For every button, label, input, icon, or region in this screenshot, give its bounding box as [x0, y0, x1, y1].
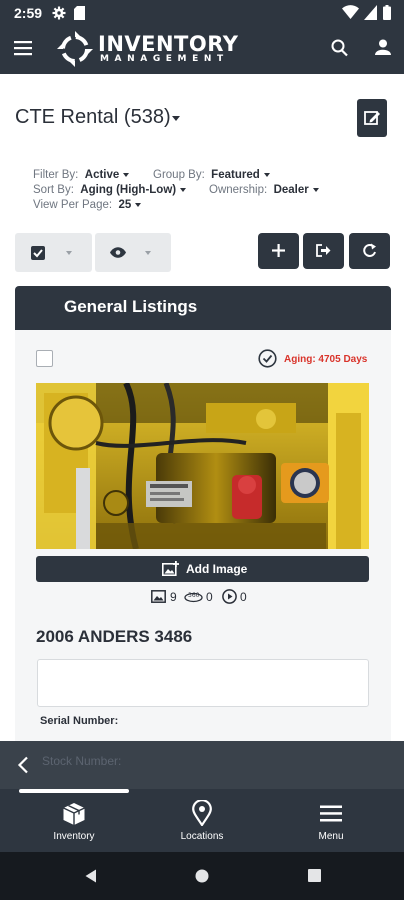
- tab-locations-label: Locations: [180, 831, 224, 842]
- chevron-down-icon: [123, 172, 130, 177]
- group-by-value: Featured: [211, 169, 260, 181]
- sd-card-icon: [74, 6, 85, 20]
- tab-inventory[interactable]: Inventory: [19, 789, 129, 852]
- group-by-control[interactable]: Group By: Featured: [153, 169, 270, 181]
- add-button[interactable]: [258, 233, 299, 269]
- add-image-button[interactable]: Add Image: [36, 556, 369, 582]
- sort-by-control[interactable]: Sort By: Aging (High-Low): [33, 184, 187, 196]
- title-dropdown-caret-icon[interactable]: [172, 116, 180, 121]
- export-button[interactable]: [303, 233, 344, 269]
- chevron-down-icon: [263, 172, 270, 177]
- location-pin-icon: [192, 800, 212, 826]
- ownership-value: Dealer: [273, 184, 309, 196]
- video-count: 0: [240, 590, 247, 604]
- view-per-page-control[interactable]: View Per Page: 25: [33, 199, 142, 211]
- ownership-label: Ownership:: [209, 184, 268, 196]
- tab-menu[interactable]: Menu: [276, 789, 386, 852]
- filter-by-label: Filter By:: [33, 169, 79, 181]
- active-tab-indicator: [19, 789, 129, 793]
- app-header: INVENTORY MANAGEMENT: [0, 26, 404, 74]
- edit-icon: [364, 111, 380, 125]
- spin-360-icon: 360: [184, 592, 203, 603]
- video-play-icon: [222, 589, 237, 604]
- user-account-icon[interactable]: [375, 39, 391, 55]
- tab-menu-label: Menu: [318, 831, 344, 842]
- hamburger-menu-icon[interactable]: [14, 40, 32, 56]
- listing-select-checkbox[interactable]: [36, 350, 53, 367]
- aging-status: Aging: 4705 Days: [284, 354, 368, 365]
- view-per-page-label: View Per Page:: [33, 199, 113, 211]
- bulk-select-dropdown[interactable]: [15, 233, 92, 272]
- chevron-down-icon: [180, 187, 187, 192]
- bottom-tab-bar: Inventory Locations Menu: [0, 789, 404, 852]
- refresh-button[interactable]: [349, 233, 390, 269]
- status-time: 2:59: [14, 5, 43, 21]
- section-title: General Listings: [64, 297, 198, 316]
- signal-icon: [364, 5, 377, 20]
- edit-button[interactable]: [357, 99, 387, 137]
- tab-inventory-label: Inventory: [53, 831, 95, 842]
- chevron-down-icon: [66, 251, 72, 255]
- recents-icon[interactable]: [308, 869, 321, 882]
- status-bar: 2:59: [0, 0, 404, 26]
- sort-by-value: Aging (High-Low): [80, 184, 177, 196]
- stock-number-label: Stock Number:: [42, 754, 122, 768]
- page-title[interactable]: CTE Rental (538): [15, 106, 171, 129]
- menu-icon: [320, 805, 342, 822]
- checkbox-checked-icon: [31, 246, 45, 260]
- settings-icon: [52, 6, 66, 20]
- brand-subtitle: MANAGEMENT: [100, 54, 229, 64]
- chevron-down-icon: [135, 202, 142, 207]
- ownership-control[interactable]: Ownership: Dealer: [209, 184, 319, 196]
- add-image-icon: [162, 561, 179, 576]
- plus-icon: [272, 244, 285, 257]
- group-by-label: Group By:: [153, 169, 205, 181]
- add-image-label: Add Image: [186, 562, 248, 576]
- brand-name: INVENTORY: [98, 32, 239, 56]
- tab-locations[interactable]: Locations: [147, 789, 257, 852]
- export-icon: [316, 244, 331, 257]
- filter-by-control[interactable]: Filter By: Active: [33, 169, 130, 181]
- home-icon[interactable]: [195, 869, 209, 883]
- sort-by-label: Sort By:: [33, 184, 74, 196]
- listing-notes-field[interactable]: [37, 659, 369, 707]
- svg-text:360: 360: [188, 592, 200, 599]
- collapse-bar[interactable]: Stock Number:: [0, 741, 404, 789]
- eye-icon: [110, 247, 126, 258]
- filter-by-value: Active: [84, 169, 120, 181]
- battery-icon: [383, 5, 391, 20]
- image-count: 9: [170, 590, 177, 604]
- serial-number-label: Serial Number:: [40, 715, 119, 727]
- system-navigation-bar: [0, 852, 404, 900]
- check-circle-icon: [258, 349, 277, 368]
- spin-count: 0: [206, 590, 213, 604]
- refresh-icon: [363, 243, 376, 257]
- image-icon: [151, 590, 166, 603]
- chevron-down-icon: [145, 251, 151, 255]
- box-icon: [63, 803, 85, 825]
- section-header: General Listings: [15, 286, 391, 330]
- wifi-icon: [342, 5, 359, 19]
- listing-photo[interactable]: [36, 383, 369, 549]
- logo-icon: [57, 31, 93, 67]
- view-per-page-value: 25: [118, 199, 132, 211]
- visibility-dropdown[interactable]: [95, 233, 171, 272]
- chevron-down-icon: [312, 187, 319, 192]
- chevron-left-icon[interactable]: [17, 756, 29, 774]
- back-icon[interactable]: [85, 869, 97, 883]
- listing-title[interactable]: 2006 ANDERS 3486: [36, 627, 192, 647]
- search-icon[interactable]: [331, 39, 348, 57]
